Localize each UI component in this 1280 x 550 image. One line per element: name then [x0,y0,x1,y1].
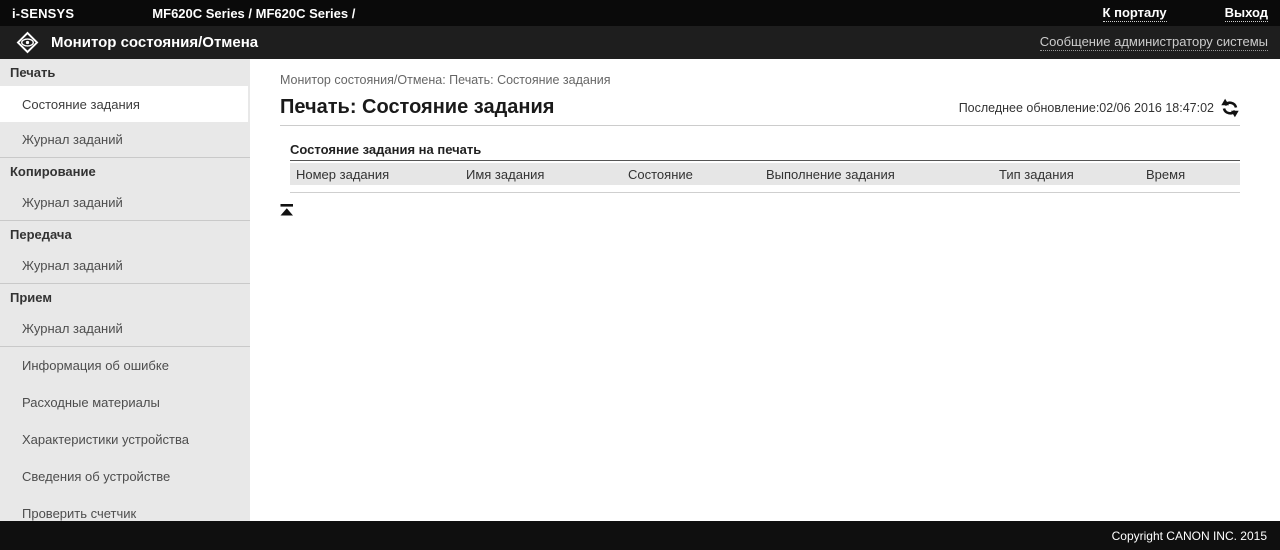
admin-message-link[interactable]: Сообщение администратору системы [1039,34,1268,51]
sidebar-item-device-features[interactable]: Характеристики устройства [0,421,250,458]
main-panel: Монитор состояния/Отмена: Печать: Состоя… [250,59,1280,521]
column-header-job-number: Номер задания [296,166,390,182]
sidebar-item-tx-job-log[interactable]: Журнал заданий [0,248,250,283]
page-title: Печать: Состояние задания [280,96,555,118]
copyright-text: Copyright CANON INC. 2015 [1111,528,1267,543]
sidebar-item-error-information[interactable]: Информация об ошибке [0,347,250,384]
sidebar-item-rx-job-log[interactable]: Журнал заданий [0,311,250,346]
sidebar-item-copy-job-log[interactable]: Журнал заданий [0,185,250,220]
sidebar-group-rx: Прием [10,290,52,305]
column-header-time: Время [1146,166,1186,182]
status-monitor-diamond-eye-icon [14,29,41,56]
sidebar-nav: Печать Состояние задания Журнал заданий … [0,59,250,521]
column-header-job-operation: Выполнение задания [766,166,895,182]
logout-link[interactable]: Выход [1224,5,1268,22]
column-header-job-name: Имя задания [466,166,545,182]
content-region: Печать Состояние задания Журнал заданий … [0,59,1280,521]
back-to-top-icon[interactable] [280,203,294,216]
last-update-timestamp: 02/06 2016 18:47:02 [1099,100,1214,115]
table-header-row: Номер задания Имя задания Состояние Выпо… [290,163,1240,185]
sidebar-item-check-counter[interactable]: Проверить счетчик [0,495,250,532]
app-bar: Монитор состояния/Отмена Сообщение админ… [0,26,1280,59]
column-header-job-type: Тип задания [999,166,1074,182]
sidebar-group-print: Печать [10,65,56,80]
section-title: Состояние задания на печать [290,142,1240,161]
sidebar-item-consumables[interactable]: Расходные материалы [0,384,250,421]
title-divider [280,125,1240,126]
sidebar-item-print-job-status[interactable]: Состояние задания [0,86,248,122]
column-header-status: Состояние [628,166,693,182]
app-title: Монитор состояния/Отмена [51,34,259,51]
job-status-table: Номер задания Имя задания Состояние Выпо… [290,163,1240,193]
sidebar-group-tx: Передача [10,227,72,242]
refresh-icon[interactable] [1220,98,1240,118]
title-row: Печать: Состояние задания Последнее обно… [280,96,1240,119]
last-update-label: Последнее обновление: [958,100,1100,115]
breadcrumb: Монитор состояния/Отмена: Печать: Состоя… [280,73,611,87]
device-name: MF620C Series / MF620C Series / [152,5,356,21]
print-job-status-section: Состояние задания на печать Номер задани… [290,142,1240,193]
sidebar-group-copy: Копирование [10,164,96,179]
top-bar: i-SENSYS MF620C Series / MF620C Series /… [0,0,1280,26]
sidebar-item-device-information[interactable]: Сведения об устройстве [0,458,250,495]
table-empty-body [290,185,1240,193]
brand-logo-text: i-SENSYS [12,5,75,21]
sidebar-item-print-job-log[interactable]: Журнал заданий [0,122,250,157]
portal-link[interactable]: К порталу [1102,5,1167,22]
last-update: Последнее обновление: 02/06 2016 18:47:02 [959,101,1214,115]
